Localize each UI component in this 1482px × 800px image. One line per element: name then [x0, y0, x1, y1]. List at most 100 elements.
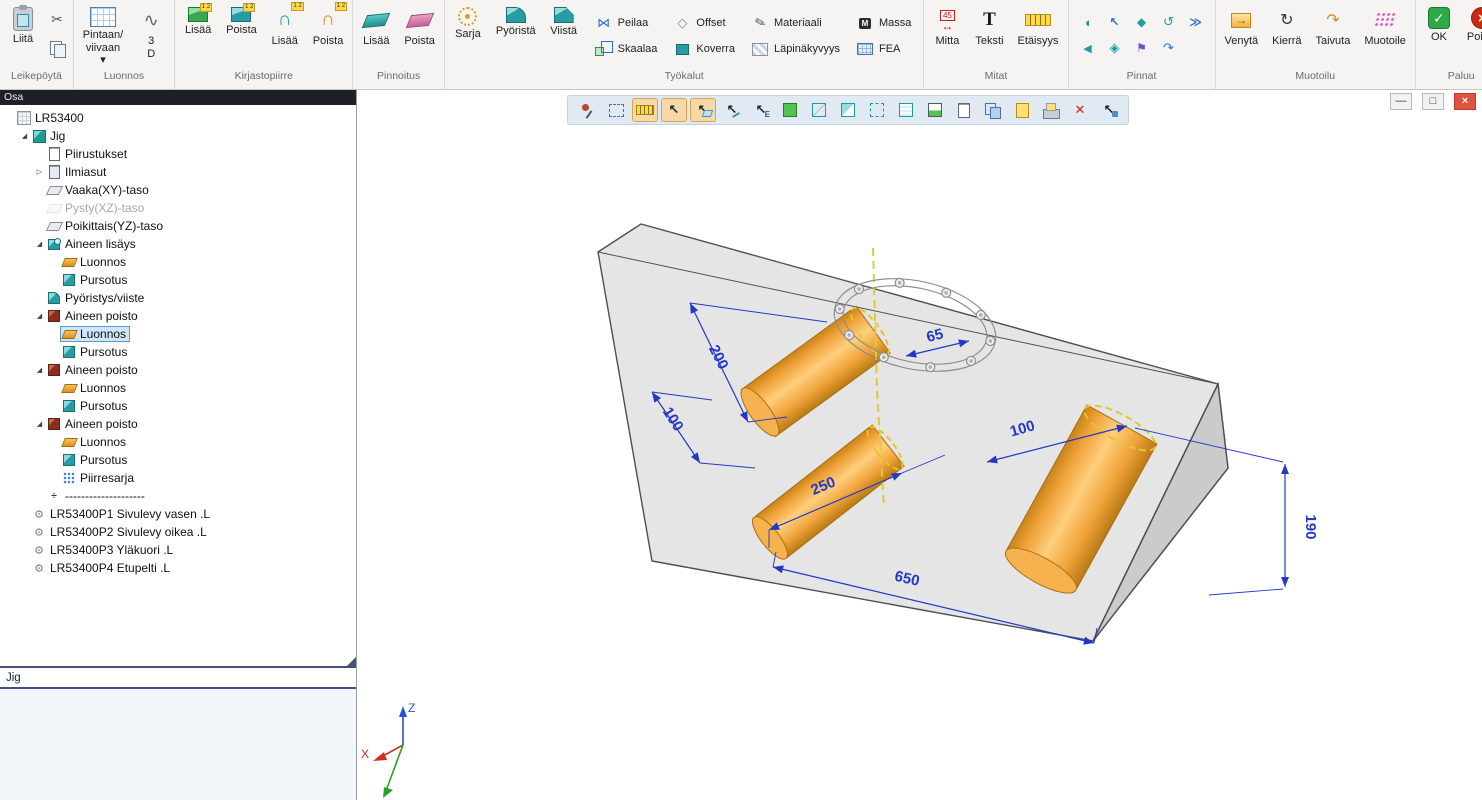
ribbon-button-sarja[interactable]: Sarja — [448, 2, 488, 44]
ribbon-button-kierr[interactable]: Kierrä — [1266, 2, 1307, 51]
tree-item-pursotus[interactable]: Pursotus — [0, 397, 356, 415]
restore-button[interactable]: □ — [1422, 93, 1444, 110]
ribbon-button-face-swap-icon[interactable] — [1157, 37, 1181, 59]
tree-item-aineen-poisto[interactable]: ◢Aineen poisto — [0, 361, 356, 379]
ribbon-button-offset[interactable]: Offset — [670, 11, 738, 35]
tree-item-ilmiasut[interactable]: ▷Ilmiasut — [0, 163, 356, 181]
tree-item-lr53400p1-sivulevy-vasen-l[interactable]: LR53400P1 Sivulevy vasen .L — [0, 505, 356, 523]
expander-icon[interactable]: ◢ — [34, 240, 45, 248]
ribbon-button-lis[interactable]: Lisää — [265, 2, 305, 51]
expander-icon[interactable]: ▷ — [34, 168, 45, 176]
pin-icon[interactable] — [574, 98, 600, 122]
tree-item-pursotus[interactable]: Pursotus — [0, 343, 356, 361]
ribbon-button-mitta[interactable]: Mitta — [927, 2, 967, 51]
tree-item-lr53400[interactable]: LR53400 — [0, 109, 356, 127]
ribbon-button-py-rist[interactable]: Pyöristä — [490, 2, 542, 41]
ribbon-button-viist[interactable]: Viistä — [544, 2, 584, 41]
tree-item-jig[interactable]: ◢Jig — [0, 127, 356, 145]
expander-icon[interactable]: ◢ — [34, 312, 45, 320]
ribbon-button-fea[interactable]: FEA — [853, 37, 914, 61]
ribbon-button-face-align-icon[interactable] — [1076, 37, 1100, 59]
tree-item-pursotus[interactable]: Pursotus — [0, 271, 356, 289]
tree-item-poikittais-yz-taso[interactable]: Poikittais(YZ)-taso — [0, 217, 356, 235]
halfshade-view-icon[interactable] — [835, 98, 861, 122]
viewport[interactable]: — □ × — [357, 90, 1482, 800]
close-button[interactable]: × — [1454, 93, 1476, 110]
mirror-icon — [595, 15, 613, 31]
delete-icon[interactable] — [1067, 98, 1093, 122]
ribbon-button-face-offset-icon[interactable] — [1130, 11, 1154, 33]
ribbon-button-taivuta[interactable]: Taivuta — [1309, 2, 1356, 51]
ribbon-button-poistu[interactable]: Poistu — [1461, 2, 1482, 47]
ribbon-button-face-extend-icon[interactable] — [1184, 11, 1208, 33]
ribbon-button-face-merge-icon[interactable] — [1103, 37, 1127, 59]
ribbon-button-cut-icon[interactable] — [47, 9, 67, 29]
tree-item-aineen-lis-ys[interactable]: ◢Aineen lisäys — [0, 235, 356, 253]
ribbon-button-liit[interactable]: Liitä — [3, 2, 43, 49]
expander-icon[interactable]: ◢ — [34, 366, 45, 374]
expander-icon[interactable]: ◢ — [19, 132, 30, 140]
hiddenline-view-icon[interactable] — [864, 98, 890, 122]
ribbon-button-face-trim-icon[interactable] — [1076, 11, 1100, 33]
ribbon-button-teksti[interactable]: Teksti — [969, 2, 1009, 51]
tree-item-aineen-poisto[interactable]: ◢Aineen poisto — [0, 307, 356, 325]
ribbon-button-face-pick-icon[interactable] — [1103, 11, 1127, 33]
ribbon-button-lis[interactable]: Lisää — [178, 2, 218, 40]
connector-icon[interactable] — [1096, 98, 1122, 122]
ribbon-button-et-isyys[interactable]: Etäisyys — [1012, 2, 1065, 51]
ribbon-button-muotoile[interactable]: Muotoile — [1358, 2, 1412, 51]
tree-item-luonnos[interactable]: Luonnos — [0, 433, 356, 451]
tree-item-lr53400p3-yl-kuori-l[interactable]: LR53400P3 Yläkuori .L — [0, 541, 356, 559]
ribbon-button-lis[interactable]: Lisää — [356, 2, 396, 51]
ribbon-button-koverra[interactable]: Koverra — [670, 37, 738, 61]
dim-label-190[interactable]: 190 — [1302, 514, 1319, 539]
xray-view-icon[interactable] — [893, 98, 919, 122]
ribbon-group-label: Paluu — [1419, 68, 1482, 85]
feature-list-icon[interactable] — [951, 98, 977, 122]
pick-vertex-icon[interactable] — [661, 98, 687, 122]
ribbon-button-face-peel-icon[interactable] — [1157, 11, 1181, 33]
ribbon-button-3-d[interactable]: 3 D — [131, 2, 171, 63]
tree-item-pursotus[interactable]: Pursotus — [0, 451, 356, 469]
expander-icon[interactable]: ◢ — [34, 420, 45, 428]
ribbon-button-skaalaa[interactable]: Skaalaa — [592, 37, 661, 61]
tree-item-lr53400p4-etupelti-l[interactable]: LR53400P4 Etupelti .L — [0, 559, 356, 577]
ribbon-button-copy-icon[interactable] — [47, 37, 67, 57]
copy-view-icon[interactable] — [980, 98, 1006, 122]
ribbon-button-materiaali[interactable]: Materiaali — [748, 11, 843, 35]
wireframe-view-icon[interactable] — [806, 98, 832, 122]
tree-item-lr53400p2-sivulevy-oikea-l[interactable]: LR53400P2 Sivulevy oikea .L — [0, 523, 356, 541]
model-view[interactable]: 200 100 65 250 100 650 190 Z X — [357, 90, 1482, 800]
pick-face-icon[interactable] — [690, 98, 716, 122]
pick-element-icon[interactable] — [748, 98, 774, 122]
tree-item-luonnos[interactable]: Luonnos — [0, 379, 356, 397]
tree-item-aineen-poisto[interactable]: ◢Aineen poisto — [0, 415, 356, 433]
ribbon-button-poista[interactable]: Poista — [307, 2, 350, 51]
tree-item-pysty-xz-taso[interactable]: Pysty(XZ)-taso — [0, 199, 356, 217]
new-sheet-icon[interactable] — [1009, 98, 1035, 122]
ribbon-button-face-flag-icon[interactable] — [1130, 37, 1154, 59]
ribbon-button-poista[interactable]: Poista — [398, 2, 441, 51]
select-region-icon[interactable] — [603, 98, 629, 122]
tree-item-piirresarja[interactable]: Piirresarja — [0, 469, 356, 487]
ribbon-button-massa[interactable]: Massa — [853, 11, 914, 35]
print-icon[interactable] — [1038, 98, 1064, 122]
tree-item-py-ristys-viiste[interactable]: Pyöristys/viiste — [0, 289, 356, 307]
active-part-label: Jig — [0, 668, 356, 689]
tree-item-luonnos[interactable]: Luonnos — [0, 325, 356, 343]
pick-edge-icon[interactable] — [719, 98, 745, 122]
ribbon-button-poista[interactable]: Poista — [220, 2, 263, 40]
ribbon-button-peilaa[interactable]: Peilaa — [592, 11, 661, 35]
ribbon-button-venyt[interactable]: Venytä — [1219, 2, 1265, 51]
tree-item-luonnos[interactable]: Luonnos — [0, 253, 356, 271]
ribbon-button-pintaan-viivaan[interactable]: Pintaan/ viivaan ▾ — [77, 2, 129, 70]
section-view-icon[interactable] — [922, 98, 948, 122]
measure-icon[interactable] — [632, 98, 658, 122]
minimize-button[interactable]: — — [1390, 93, 1412, 110]
tree-item-separator[interactable]: -------------------- — [0, 487, 356, 505]
shaded-view-icon[interactable] — [777, 98, 803, 122]
tree-item-piirustukset[interactable]: Piirustukset — [0, 145, 356, 163]
tree-item-vaaka-xy-taso[interactable]: Vaaka(XY)-taso — [0, 181, 356, 199]
ribbon-button-l-pin-kyvyys[interactable]: Läpinäkyvyys — [748, 37, 843, 61]
ribbon-button-ok[interactable]: OK — [1419, 2, 1459, 47]
